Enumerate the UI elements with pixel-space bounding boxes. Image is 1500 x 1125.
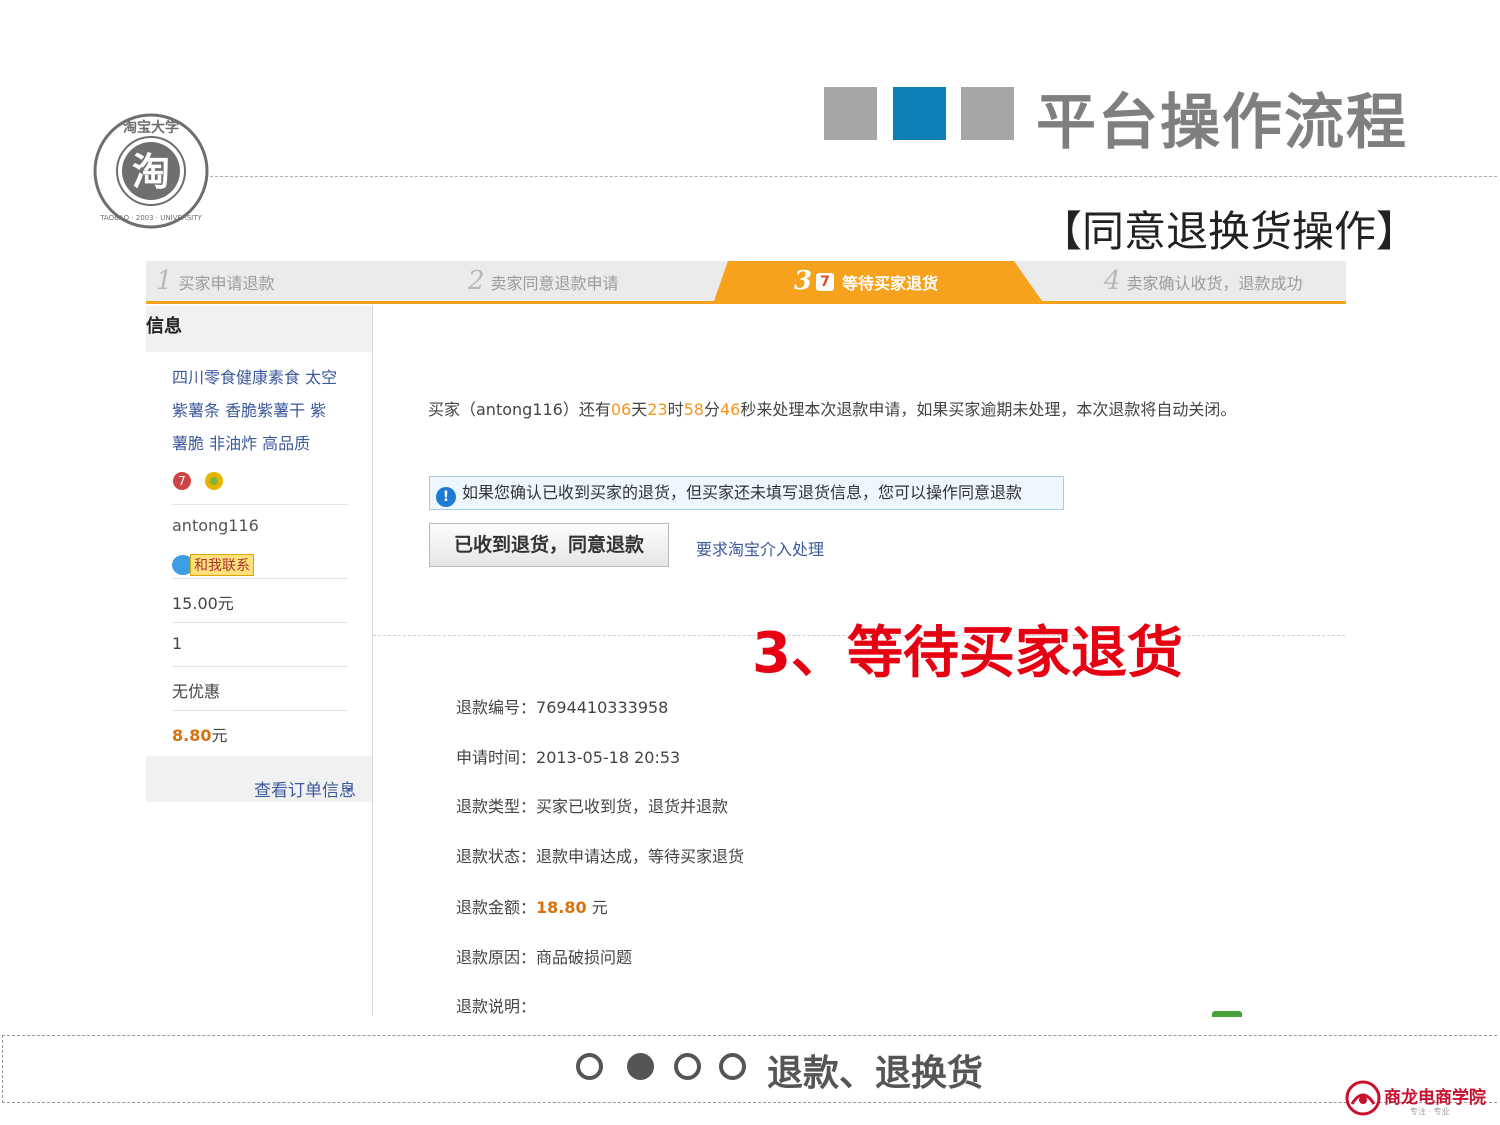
refund-countdown-notice: 买家（antong116）还有06天23时58分46秒来处理本次退款申请，如果买… [428,400,1237,419]
college-logo-text: 商龙电商学院 [1384,1088,1486,1108]
buyer-name: antong116 [172,516,259,535]
item-price: 15.00元 [172,594,234,613]
green-tab-icon [1212,1011,1242,1017]
view-order-row: 查看订单信息 ⌄ [146,756,372,802]
detail-refund-id: 退款编号：7694410333958 [456,698,669,717]
step-3-active: 3等待买家退货 [794,261,938,302]
footer-title: 退款、退换货 [767,1053,984,1094]
chevron-down-icon: ⌄ [341,776,356,796]
agree-refund-button[interactable]: 已收到退货，同意退款 [429,523,669,567]
header-square-3 [961,87,1014,140]
detail-refund-status: 退款状态：退款申请达成，等待买家退货 [456,847,745,866]
detail-refund-description: 退款说明： [456,997,537,1016]
progress-dot-2 [627,1053,654,1080]
detail-refund-type: 退款类型：买家已收到货，退货并退款 [456,797,729,816]
tmall-flag-icon [816,262,835,302]
detail-apply-time: 申请时间：2013-05-18 20:53 [456,748,681,767]
seal-top-text: 淘宝大学 [123,119,179,136]
refund-steps-bar: 1买家申请退款 2卖家同意退款申请 4卖家确认收货，退款成功 3等待买家退货 [146,261,1346,304]
taobao-university-seal-icon: 淘 淘宝大学 TAOBAO · 2003 · UNIVERSITY [93,113,209,229]
contact-me-button[interactable]: 和我联系 [172,554,254,576]
seal-center-glyph: 淘 [132,150,170,194]
step-1: 1 买家申请退款 [156,266,275,296]
progress-dot-1 [576,1053,603,1080]
footer-bar [2,1035,1497,1103]
progress-dot-4 [719,1053,746,1080]
request-taobao-intervene-link[interactable]: 要求淘宝介入处理 [696,536,824,560]
header-square-1 [824,87,877,140]
product-title-link[interactable]: 四川零食健康素食 太空 紫薯条 香脆紫薯干 紫 薯脆 非油炸 高品质 [172,361,348,460]
progress-dot-3 [674,1053,701,1080]
detail-refund-reason: 退款原因：商品破损问题 [456,948,633,967]
step-4: 4 卖家确认收货，退款成功 [1104,266,1303,296]
item-discount: 无优惠 [172,682,221,701]
sidebar-heading: 信息 [146,306,372,352]
seal-bottom-text: TAOBAO · 2003 · UNIVERSITY [99,214,202,222]
college-logo-subtext: 专注 · 专业 [1410,1107,1450,1116]
page-title: 平台操作流程 [1036,88,1408,158]
page-subtitle: 【同意退换货操作】 [1040,207,1419,256]
step-callout: 3、等待买家退货 [752,621,1183,686]
item-quantity: 1 [172,634,183,653]
order-total: 8.80元 [172,726,228,745]
header-square-2 [893,87,946,140]
step-2: 2 卖家同意退款申请 [468,266,619,296]
product-badges-icon: 7 [173,472,223,490]
college-logo-icon [1345,1080,1381,1116]
info-tip-box: ! 如果您确认已收到买家的退货，但买家还未填写退货信息，您可以操作同意退款 [429,476,1064,510]
header-divider [205,176,1497,177]
info-icon: ! [436,487,456,507]
svg-text:7: 7 [178,474,186,488]
detail-refund-amount: 退款金额：18.80 元 [456,898,608,917]
order-info-sidebar: 信息 四川零食健康素食 太空 紫薯条 香脆紫薯干 紫 薯脆 非油炸 高品质 7 … [146,306,373,1016]
